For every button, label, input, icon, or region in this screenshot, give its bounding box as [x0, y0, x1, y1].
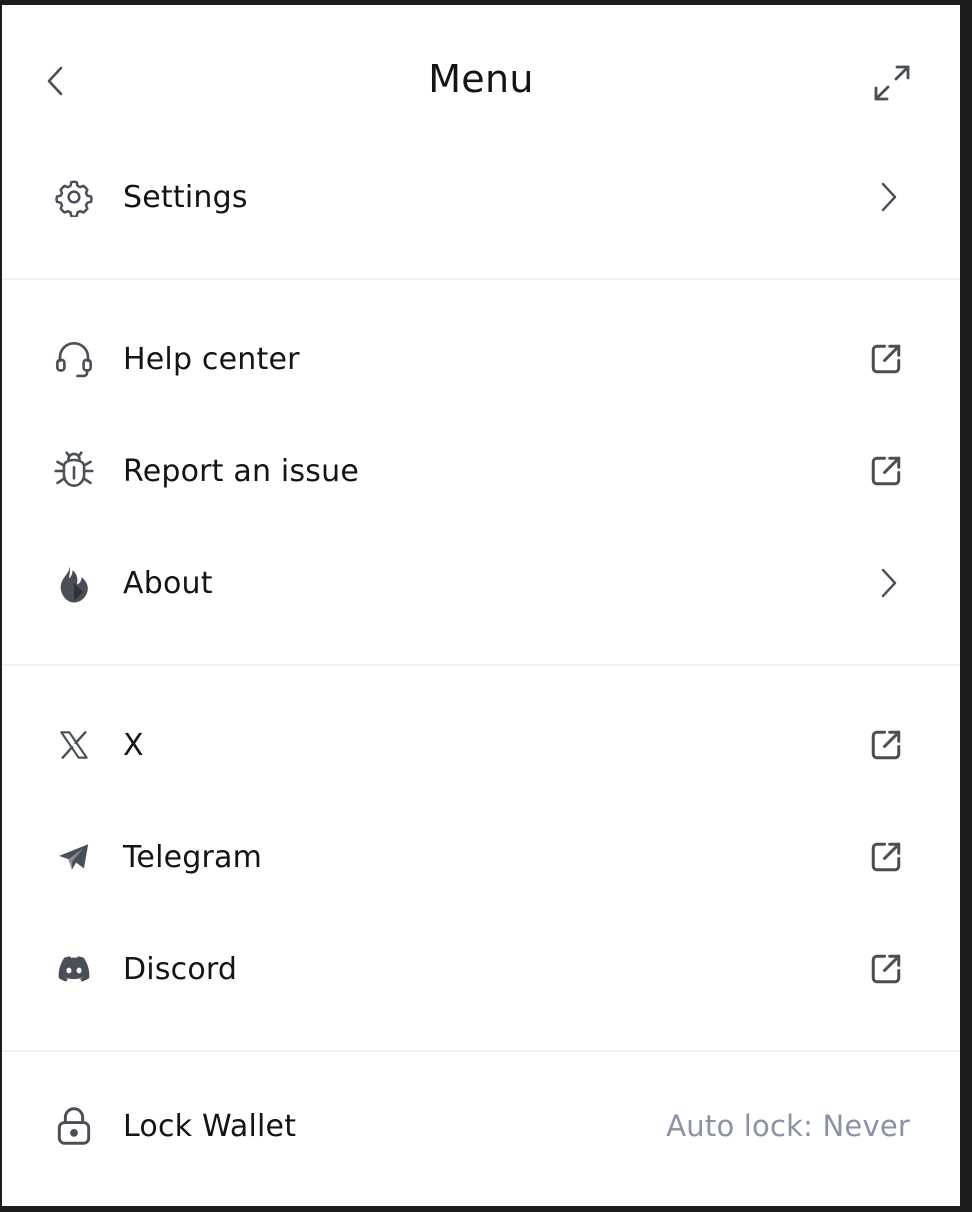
discord-icon — [52, 947, 96, 991]
menu-item-label: X — [123, 727, 144, 763]
expand-icon — [872, 63, 912, 103]
menu-item-x[interactable]: X — [2, 705, 960, 785]
chevron-right-icon — [868, 563, 908, 603]
menu-item-discord[interactable]: Discord — [2, 929, 960, 1009]
lock-icon — [52, 1104, 96, 1148]
gear-icon — [52, 175, 96, 219]
external-link-icon — [866, 837, 906, 877]
menu-item-telegram[interactable]: Telegram — [2, 817, 960, 897]
external-link-icon — [866, 949, 906, 989]
lock-wallet-button[interactable]: Lock Wallet Auto lock: Never — [2, 1086, 960, 1166]
external-link-icon — [866, 451, 906, 491]
menu-item-settings[interactable]: Settings — [2, 157, 960, 237]
menu-item-label: Telegram — [123, 839, 263, 875]
bug-icon — [52, 449, 96, 493]
page-title: Menu — [428, 57, 534, 101]
auto-lock-status: Auto lock: Never — [666, 1109, 910, 1143]
menu-item-label: Settings — [123, 179, 248, 215]
menu-item-about[interactable]: About — [2, 543, 960, 623]
section-divider — [2, 1050, 960, 1052]
expand-button[interactable] — [870, 61, 914, 105]
section-divider — [2, 278, 960, 280]
menu-header: Menu — [2, 5, 960, 155]
external-link-icon — [866, 725, 906, 765]
menu-panel: Menu Settings Help center Report an issu… — [2, 5, 960, 1206]
menu-item-label: Help center — [123, 341, 300, 377]
menu-item-report-issue[interactable]: Report an issue — [2, 431, 960, 511]
menu-item-help-center[interactable]: Help center — [2, 319, 960, 399]
lock-wallet-label: Lock Wallet — [123, 1108, 297, 1144]
telegram-icon — [52, 835, 96, 879]
menu-item-label: Report an issue — [123, 453, 359, 489]
menu-item-label: Discord — [123, 951, 238, 987]
menu-item-label: About — [123, 565, 213, 601]
section-divider — [2, 664, 960, 666]
headset-icon — [52, 337, 96, 381]
external-link-icon — [866, 339, 906, 379]
chevron-right-icon — [868, 177, 908, 217]
flame-logo-icon — [52, 561, 96, 605]
x-logo-icon — [52, 723, 96, 767]
